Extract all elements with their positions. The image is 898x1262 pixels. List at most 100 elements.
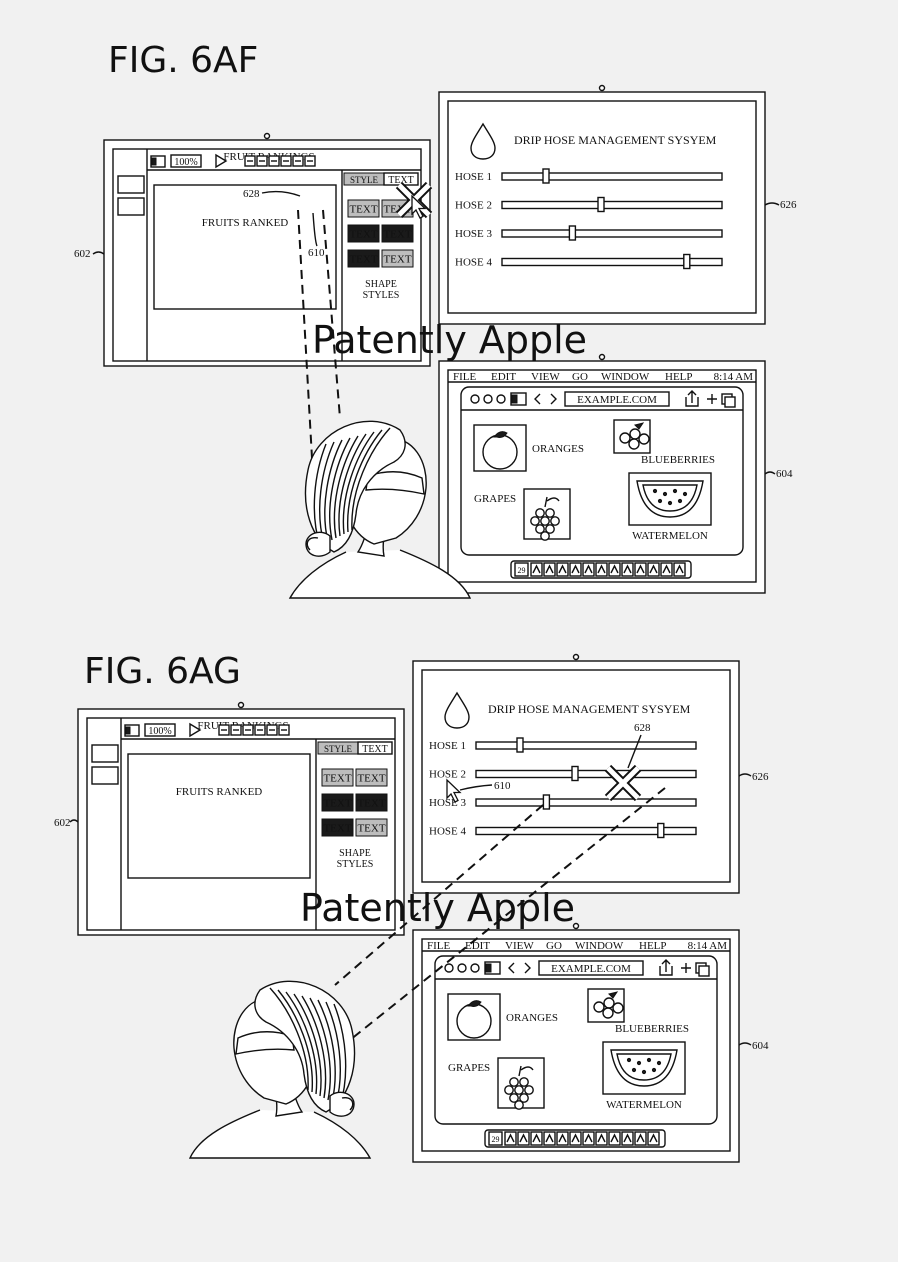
menu-item-5[interactable]: HELP [639,940,667,952]
watermark-text: Patently Apple [312,318,587,362]
menu-item-0[interactable]: FILE [453,371,477,383]
ref-602: 602 [54,817,71,829]
menu-item-4[interactable]: WINDOW [601,371,650,383]
hose-slider-track[interactable] [475,798,697,807]
display-604-fig-6ag: FILE EDIT VIEW GO WINDOW HELP 8:14 AM EXAMPLE.C… [412,922,740,1163]
watermelon-seed-icon [641,1069,647,1075]
hose-slider-thumb[interactable] [542,168,550,184]
menu-clock: 8:14 AM [714,371,754,383]
display-626-fig-6af: DRIP HOSE MANAGEMENT SYSYEM HOSE 1 HOSE 2 H… [438,84,766,325]
blueberry-icon [638,433,650,445]
camera-dot [598,84,606,92]
hose-slider-track[interactable] [501,229,723,238]
menu-item-3[interactable]: GO [572,371,588,383]
watermelon-seed-icon [677,498,683,504]
patent-figure-sheet: FIG. 6AFFRUIT RANKINGS100%FRUITS RANKEDS… [54,40,797,1163]
menu-item-2[interactable]: VIEW [505,940,534,952]
hose-slider-thumb[interactable] [571,765,579,782]
zoom-level: 100% [174,157,197,168]
hose-label: HOSE 1 [429,740,466,752]
hose-slider-thumb[interactable] [516,737,524,753]
shape-styles-caption: SHAPE [339,848,371,859]
style-button-label[interactable]: TEXT [349,229,377,241]
zoom-button[interactable] [470,963,480,973]
ref-628: 628 [634,722,651,734]
hose-slider-thumb[interactable] [568,225,577,241]
grape-icon [509,1077,519,1087]
shape-styles-caption: SHAPE [365,279,397,290]
zoom-button[interactable] [496,394,506,404]
blueberry-icon [619,432,631,444]
camera-dot [598,353,606,361]
grape-icon [514,1100,524,1110]
menu-item-0[interactable]: FILE [427,940,451,952]
hose-slider-thumb[interactable] [657,822,665,839]
blueberry-icon [593,1001,605,1013]
hose-slider-track[interactable] [475,741,697,750]
grape-icon [504,1085,514,1095]
watermelon-seed-icon [656,1060,662,1066]
grape-icon [535,508,545,518]
hose-label: HOSE 4 [455,257,492,269]
menu-item-4[interactable]: WINDOW [575,940,624,952]
hose-system-title: DRIP HOSE MANAGEMENT SYSYEM [514,133,717,147]
watermelon-seed-icon [672,488,678,494]
tab-text-label[interactable]: TEXT [362,744,388,755]
style-button-label[interactable]: TEXT [323,823,351,835]
ref-602: 602 [74,248,91,260]
fruit-label-blueberries: BLUEBERRIES [615,1023,689,1035]
ref-604: 604 [752,1040,769,1052]
hose-label: HOSE 3 [429,797,466,809]
grape-icon [550,516,560,526]
style-button-label[interactable]: TEXT [357,823,385,835]
tab-style-label[interactable]: STYLE [350,175,379,185]
address-bar-url[interactable]: EXAMPLE.COM [577,394,657,406]
menu-item-1[interactable]: EDIT [491,371,516,383]
hose-label: HOSE 2 [429,769,466,781]
minimize-button[interactable] [457,963,467,973]
menu-item-2[interactable]: VIEW [531,371,560,383]
style-button-label[interactable]: TEXT [323,798,351,810]
style-button-label[interactable]: TEXT [357,773,385,785]
leader-line [69,819,79,823]
camera-dot [572,653,580,661]
camera-dot [263,132,271,140]
ref-610: 610 [494,780,511,792]
hose-slider-track[interactable] [501,200,723,210]
style-button-label[interactable]: TEXT [383,229,411,241]
tab-style-label[interactable]: STYLE [324,744,353,754]
address-bar-url[interactable]: EXAMPLE.COM [551,963,631,975]
slide-canvas-text: FRUITS RANKED [176,786,263,798]
style-button-label[interactable]: TEXT [349,254,377,266]
hose-label: HOSE 4 [429,826,466,838]
fruit-label-grapes: GRAPES [474,493,516,505]
style-button-label[interactable]: TEXT [357,798,385,810]
style-button-label[interactable]: TEXT [349,204,377,216]
slide-canvas [127,753,311,879]
close-button[interactable] [470,394,480,404]
hose-slider-thumb[interactable] [542,794,551,810]
menu-item-1[interactable]: EDIT [465,940,490,952]
close-button[interactable] [444,963,454,973]
hair-bun [329,1091,355,1117]
ref-628: 628 [243,188,260,200]
user-fig-6ag [188,980,372,1159]
hose-slider-thumb[interactable] [597,196,605,213]
menu-item-5[interactable]: HELP [665,371,693,383]
hose-slider-track[interactable] [475,769,697,779]
shape-styles-caption: STYLES [337,859,374,870]
style-button-label[interactable]: TEXT [383,254,411,266]
watermelon-seed-icon [646,1057,652,1063]
blueberry-icon [603,997,615,1009]
hose-label: HOSE 1 [455,171,492,183]
minimize-button[interactable] [483,394,493,404]
ref-604: 604 [776,468,793,480]
display-604-fig-6af: FILE EDIT VIEW GO WINDOW HELP 8:14 AM EXAMPLE.C… [438,353,766,594]
grape-icon [524,1085,534,1095]
menu-item-3[interactable]: GO [546,940,562,952]
hose-slider-track[interactable] [501,172,723,181]
grape-icon [540,531,550,541]
slide-thumb-2 [91,766,119,785]
style-button-label[interactable]: TEXT [323,773,351,785]
hose-slider-thumb[interactable] [683,253,691,270]
